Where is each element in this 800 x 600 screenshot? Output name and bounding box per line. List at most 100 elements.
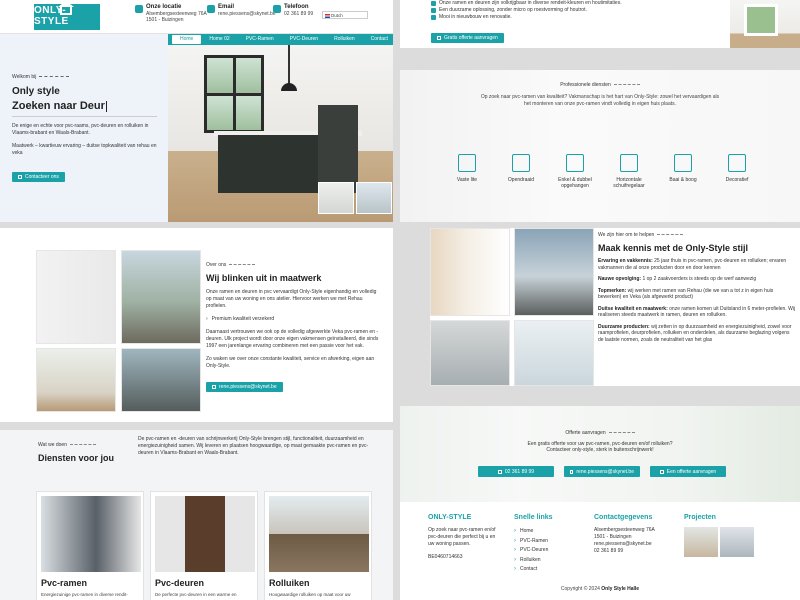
window-type-label: Enkel & dubbel opgehangen [558, 177, 592, 189]
thumbnail-door[interactable] [318, 182, 354, 214]
contact-button[interactable]: Contacteer ons [12, 172, 65, 182]
window-type-hung[interactable]: Enkel & dubbel opgehangen [552, 154, 598, 189]
hero-thumbnails [318, 182, 392, 214]
email-icon [207, 5, 215, 13]
kennis-item-label: Ervaring en vakkennis: [598, 258, 653, 264]
copyright-brand: Only Style Halle [601, 586, 640, 592]
decorative-window-icon [728, 154, 746, 172]
maatwerk-para3: Zo waken we over onze constante kwalitei… [206, 356, 375, 369]
kennis-item-label: Duitse kwaliteit en maatwerk: [598, 305, 668, 312]
window-type-fixed[interactable]: Vaste lite [444, 154, 490, 189]
kennis-title: Maak kennis met de Only-Style stijl [598, 243, 749, 253]
footer: ONLY-STYLE Op zoek naar pvc-ramen en/of … [400, 502, 800, 600]
nav-rolluiken[interactable]: Rolluiken [326, 34, 363, 45]
location-title: Onze locatie [146, 4, 182, 10]
window-type-label: Vaste lite [456, 177, 478, 183]
thumbnail-window[interactable] [356, 182, 392, 214]
pvc-deuren-image [155, 496, 255, 572]
project-thumbnail[interactable] [720, 527, 754, 557]
hero-title: Only style [12, 86, 60, 97]
request-quote-button[interactable]: Een offerte aanvragen [650, 466, 726, 477]
nav-home-02[interactable]: Home 02 [201, 34, 237, 45]
call-button[interactable]: 02 361 89 99 [478, 466, 554, 477]
offerte-text2: Contacteer only-style, sterk in buitensc… [546, 447, 654, 453]
footer-link-pvc-deuren[interactable]: PVC-Deuren [514, 546, 574, 556]
location-line2: 1501 - Buizingen [146, 17, 184, 23]
window-photo [730, 0, 800, 48]
call-button-label: 02 361 89 99 [504, 468, 535, 475]
fixed-window-icon [458, 154, 476, 172]
free-quote-label: Gratis offerte aanvragen [444, 35, 498, 41]
window-type-bay[interactable]: Baai & boog [660, 154, 706, 189]
window-type-decorative[interactable]: Decoratief [714, 154, 760, 189]
door-photo [36, 250, 116, 344]
window-type-label: Horizontale schuifregelaar [613, 177, 645, 189]
location-info: Onze locatie Alsembergsesteenweg 76A 150… [135, 4, 207, 23]
service-card-rolluiken[interactable]: Rolluiken Hoogwaardige rolluiken op maat… [264, 491, 372, 600]
service-card-pvc-deuren[interactable]: Pvc-deuren De perfecte pvc-deuren in een… [150, 491, 258, 600]
kennis-eyebrow: We zijn hier om te helpen [598, 232, 655, 238]
footer-link-home[interactable]: Home [514, 527, 574, 537]
check-item: Onze ramen en deuren zijn volkrijgbaar i… [431, 0, 622, 7]
diensten-eyebrow: Wat we doen [38, 442, 67, 448]
service-card-pvc-ramen[interactable]: Pvc-ramen Energiezuinige pvc-ramen in di… [36, 491, 144, 600]
modern-house-photo [514, 228, 594, 316]
rolluiken-image [269, 496, 369, 572]
window-type-label: Decoratief [725, 177, 749, 183]
language-select[interactable]: Dutch [322, 11, 368, 19]
nav-contact[interactable]: Contact [363, 34, 393, 45]
window-type-label: Opendraaid [507, 177, 535, 183]
copyright-prefix: Copyright © 2024 [560, 586, 600, 592]
hero-eyebrow: Welkom bij [12, 74, 37, 80]
hung-window-icon [566, 154, 584, 172]
slider-window-icon [620, 154, 638, 172]
mail-button[interactable]: rene.piessens@skynet.be [564, 466, 640, 477]
site-logo[interactable]: ONLY-STYLE [34, 1, 100, 30]
footer-link-pvc-ramen[interactable]: PVC-Ramen [514, 537, 574, 547]
location-pin-icon [135, 5, 143, 13]
hero-typed-title: Zoeken naar Deur [12, 100, 105, 112]
window-type-slider[interactable]: Horizontale schuifregelaar [606, 154, 652, 189]
sliding-door-photo [121, 348, 201, 412]
footer-vat: BE0460714663 [428, 554, 463, 560]
top-bar: ONLY-STYLE Onze locatie Alsembergsesteen… [0, 0, 393, 34]
kennis-item-label: Nauwe opvolging: [598, 276, 642, 282]
diensten-text: De pvc-ramen en -deuren van schrijnwerke… [138, 436, 369, 456]
maatwerk-eyebrow: Over ons [206, 262, 227, 268]
casement-window-icon [512, 154, 530, 172]
quote-icon [659, 469, 664, 474]
diensten-title: Diensten voor jou [38, 453, 115, 463]
free-quote-button[interactable]: Gratis offerte aanvragen [431, 33, 504, 43]
check-item: Een duurzame oplossing, zonder micro op … [431, 7, 622, 14]
email-title: Email [218, 4, 235, 10]
window-type-casement[interactable]: Opendraaid [498, 154, 544, 189]
email-button[interactable]: rene.piessens@skynet.be [206, 382, 283, 392]
footer-phone[interactable]: 02 361 89 99 [594, 548, 684, 555]
living-room-photo [36, 348, 116, 412]
footer-email[interactable]: rene.piessens@skynet.be [594, 541, 684, 548]
kennis-item-label: Duurzame producten: [598, 323, 650, 330]
footer-address2: 1501 - Buizingen [594, 534, 632, 540]
maatwerk-panel: Over ons Wij blinken uit in maatwerk Onz… [0, 228, 393, 422]
footer-link-contact[interactable]: Contact [514, 565, 574, 575]
nav-home[interactable]: Home [172, 35, 202, 44]
footer-link-rolluiken[interactable]: Rolluiken [514, 556, 574, 566]
phone-icon [18, 175, 22, 179]
hand-window-photo [430, 228, 510, 316]
phone-icon [273, 5, 281, 13]
footer-about: Op zoek naar pvc-ramen en/of pvc-deuren … [428, 527, 496, 547]
email-icon [212, 385, 216, 389]
footer-address1: Alsembergsesteenweg 76A [594, 527, 655, 533]
nav-pvc-deuren[interactable]: PVC-Deuren [282, 34, 326, 45]
service-card-title: Pvc-ramen [41, 578, 88, 588]
project-thumbnail[interactable] [684, 527, 718, 557]
services-eyebrow: Professionele diensten [560, 82, 611, 88]
service-card-desc: Hoogwaardige rolluiken op maat voor uw [269, 592, 351, 597]
phone-value[interactable]: 02 361 89 99 [284, 11, 313, 17]
email-value[interactable]: rene.piessens@skynet.be [218, 11, 276, 17]
footer-logo[interactable]: ONLY-STYLE [428, 514, 498, 521]
email-button-label: rene.piessens@skynet.be [219, 384, 277, 390]
nav-pvc-ramen[interactable]: PVC-Ramen [238, 34, 282, 45]
typing-caret [105, 100, 107, 112]
services-icons-panel: Professionele diensten Op zoek naar pvc-… [400, 70, 800, 222]
